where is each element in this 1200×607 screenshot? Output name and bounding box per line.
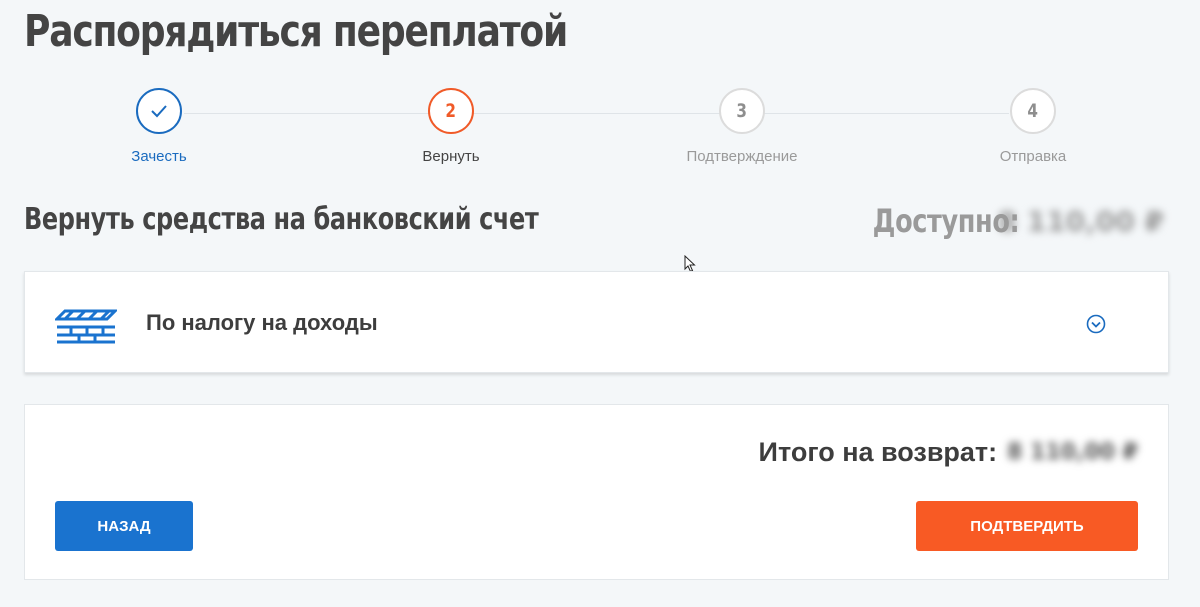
stepper: Зачесть 2 Вернуть 3 Подтверждение 4 Отпр… [0,88,1200,178]
step-4-label: Отправка [999,148,1067,165]
step-1[interactable]: Зачесть [79,88,239,165]
total-refund: Итого на возврат: 8 110,00 ₽ [759,437,1138,468]
section-title: Вернуть средства на банковский счет [24,202,539,237]
step-2-circle: 2 [428,88,474,134]
stepper-line [184,113,1009,114]
step-2-label: Вернуть [422,148,480,165]
step-4-circle: 4 [1010,88,1056,134]
step-3-number: 3 [736,100,748,122]
page-title: Распорядиться переплатой [24,6,568,57]
step-4: 4 Отправка [953,88,1113,165]
step-3-circle: 3 [719,88,765,134]
step-1-circle[interactable] [136,88,182,134]
step-3-label: Подтверждение [686,148,798,165]
step-2: 2 Вернуть [371,88,531,165]
step-1-label: Зачесть [131,148,187,165]
confirm-button[interactable]: ПОДТВЕРДИТЬ [916,501,1138,551]
step-3: 3 Подтверждение [662,88,822,165]
tax-name: По налогу на доходы [146,310,378,335]
tax-bricks-icon [55,309,117,344]
total-label: Итого на возврат: [758,437,998,467]
total-amount: 8 110,00 ₽ [1007,440,1138,465]
summary-card: Итого на возврат: 8 110,00 ₽ НАЗАД ПОДТВ… [24,404,1169,580]
tax-accordion[interactable]: По налогу на доходы [24,271,1169,373]
chevron-down-icon[interactable] [1086,314,1106,334]
available-balance: Доступно: 8 110,00 ₽ [836,202,1164,240]
available-amount: 8 110,00 ₽ [997,204,1164,238]
back-button[interactable]: НАЗАД [55,501,193,551]
check-icon [151,105,167,118]
step-2-number: 2 [445,100,457,122]
step-4-number: 4 [1027,100,1039,122]
